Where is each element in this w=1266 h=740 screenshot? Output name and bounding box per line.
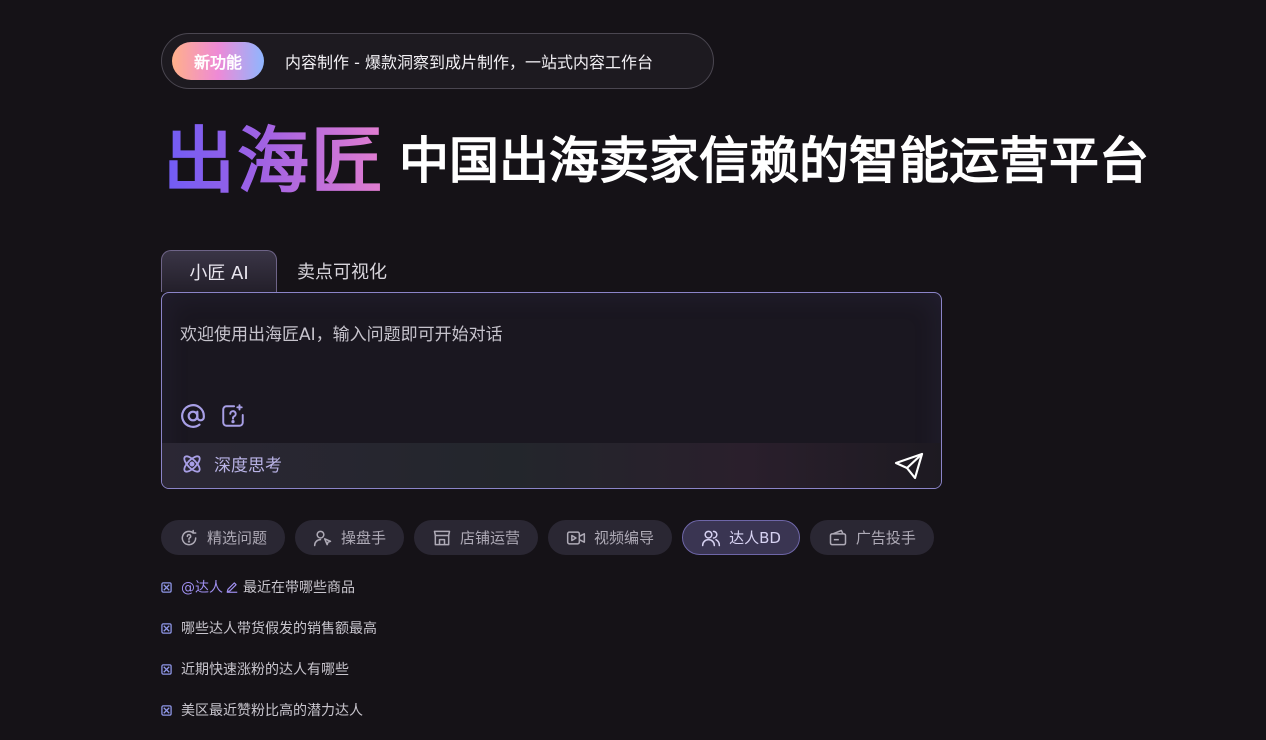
- suggestion-text: 近期快速涨粉的达人有哪些: [181, 662, 349, 678]
- atom-icon: [183, 454, 201, 473]
- chip-influencer-bd[interactable]: 达人BD: [682, 520, 800, 555]
- announcement-banner[interactable]: 新功能 内容制作 - 爆款洞察到成片制作，一站式内容工作台: [161, 33, 714, 89]
- chip-video-director[interactable]: 视频编导: [548, 520, 673, 555]
- deep-think-toggle[interactable]: 深度思考: [180, 451, 282, 476]
- mention-button[interactable]: [180, 403, 206, 429]
- suggestion-item[interactable]: 哪些达人带货假发的销售额最高: [161, 617, 377, 639]
- chip-curated-questions[interactable]: 精选问题: [161, 520, 286, 555]
- chip-label: 视频编导: [594, 529, 655, 547]
- ad-card-icon: [829, 529, 847, 545]
- deep-think-label: 深度思考: [214, 456, 282, 476]
- new-feature-badge: 新功能: [172, 42, 264, 80]
- chip-label: 店铺运营: [460, 529, 521, 547]
- suggestion-bullet-icon: [161, 663, 172, 675]
- send-button[interactable]: [893, 451, 925, 481]
- store-icon: [433, 530, 451, 545]
- chip-ad-buyer[interactable]: 广告投手: [809, 520, 934, 555]
- suggested-questions: @达人 最近在带哪些商品 哪些达人带货假发的销售额最高 近期快速涨粉的达人有哪些…: [161, 576, 377, 740]
- send-icon: [894, 452, 924, 480]
- question-sparkle-icon: [222, 404, 244, 427]
- chip-label: 达人BD: [729, 529, 781, 547]
- at-icon: [181, 404, 205, 428]
- suggestion-item[interactable]: @达人 最近在带哪些商品: [161, 576, 377, 598]
- suggestion-bullet-icon: [161, 581, 172, 593]
- pencil-icon[interactable]: [225, 580, 239, 594]
- brand-logo-text: 出海匠: [163, 119, 386, 203]
- tab-xiaojiang-ai[interactable]: 小匠 AI: [161, 250, 277, 292]
- chip-label: 广告投手: [855, 529, 916, 547]
- category-chips: 精选问题 操盘手 店铺运营 视频编导 达人BD 广告投手: [161, 520, 934, 555]
- mention-tag[interactable]: @达人: [181, 577, 223, 597]
- chat-input[interactable]: [180, 315, 920, 355]
- user-pointer-icon: [313, 530, 332, 546]
- suggestion-item[interactable]: 美区最近赞粉比高的潜力达人: [161, 699, 377, 721]
- hero-tagline: 中国出海卖家信赖的智能运营平台: [399, 132, 1150, 190]
- suggestion-item[interactable]: 近期快速涨粉的达人有哪些: [161, 658, 377, 680]
- hero-title: 出海匠 中国出海卖家信赖的智能运营平台: [163, 118, 1149, 204]
- suggestion-bullet-icon: [161, 622, 172, 634]
- chip-operator[interactable]: 操盘手: [295, 520, 405, 555]
- ask-question-button[interactable]: [220, 403, 246, 429]
- question-refresh-icon: [181, 529, 197, 545]
- suggestion-text: 美区最近赞粉比高的潜力达人: [181, 703, 363, 719]
- announcement-text[interactable]: 内容制作 - 爆款洞察到成片制作，一站式内容工作台: [285, 49, 653, 73]
- chat-box: 深度思考: [161, 292, 942, 489]
- suggestion-text: 最近在带哪些商品: [243, 580, 355, 596]
- chat-footer: 深度思考: [162, 443, 941, 488]
- mode-tabs: 小匠 AI 卖点可视化: [161, 250, 407, 294]
- chip-label: 精选问题: [207, 529, 268, 547]
- video-icon: [566, 530, 586, 545]
- users-icon: [701, 530, 721, 546]
- suggestion-text: 哪些达人带货假发的销售额最高: [181, 621, 377, 637]
- chip-label: 操盘手: [341, 529, 387, 547]
- tab-selling-point-visualization[interactable]: 卖点可视化: [277, 250, 407, 292]
- chat-tools: [180, 403, 246, 429]
- suggestion-bullet-icon: [161, 704, 172, 716]
- chip-store-operations[interactable]: 店铺运营: [414, 520, 539, 555]
